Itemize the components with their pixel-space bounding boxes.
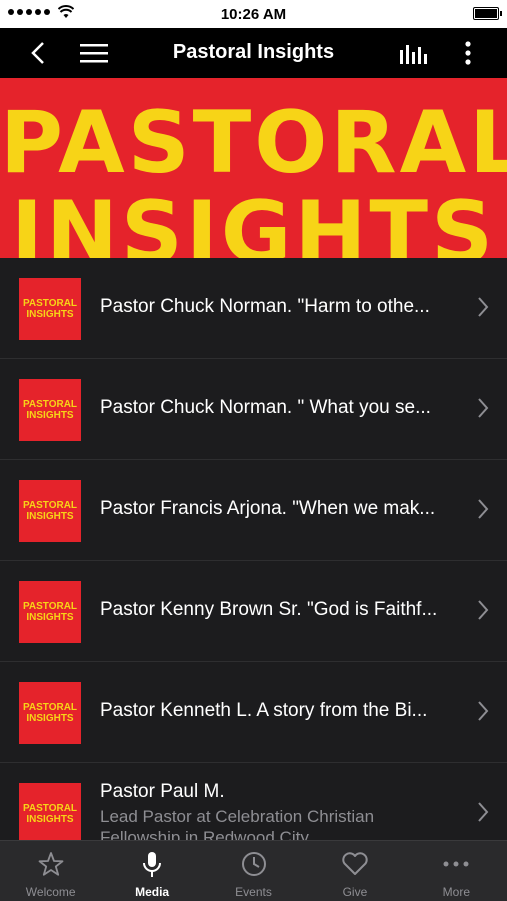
tab-label: More: [442, 885, 470, 899]
nav-bar: Pastoral Insights: [0, 28, 507, 78]
tab-welcome[interactable]: Welcome: [0, 841, 101, 901]
item-title: Pastor Chuck Norman. "Harm to othe...: [100, 296, 430, 317]
chevron-right-icon: [478, 802, 489, 822]
status-time: 10:26 AM: [220, 6, 287, 23]
chevron-right-icon: [478, 297, 489, 317]
audio-bars-icon: [400, 45, 427, 64]
tab-label: Welcome: [25, 885, 76, 899]
item-thumbnail: PASTORAL INSIGHTS: [19, 379, 81, 441]
more-options-button[interactable]: [452, 28, 484, 78]
microphone-icon: [143, 852, 162, 877]
heart-icon: [342, 852, 368, 875]
status-bar: 10:26 AM: [0, 0, 507, 28]
tab-label: Media: [135, 885, 170, 899]
tab-give[interactable]: Give: [304, 841, 405, 901]
list-item[interactable]: PASTORAL INSIGHTS Pastor Chuck Norman. "H…: [0, 258, 507, 359]
banner-line-1: PASTORAL: [0, 93, 507, 193]
star-icon: [38, 852, 64, 876]
item-subtitle: Lead Pastor at Celebration Christian Fel…: [100, 807, 375, 840]
tab-more[interactable]: More: [406, 841, 507, 901]
list-item[interactable]: PASTORAL INSIGHTS Pastor Chuck Norman. " …: [0, 359, 507, 460]
item-thumbnail: PASTORAL INSIGHTS: [19, 682, 81, 744]
item-thumbnail: PASTORAL INSIGHTS: [19, 581, 81, 643]
ellipsis-icon: [443, 861, 469, 867]
list-item[interactable]: PASTORAL INSIGHTS Pastor Paul M. Lead Pas…: [0, 763, 507, 840]
item-thumbnail: PASTORAL INSIGHTS: [19, 783, 81, 840]
tab-label: Give: [342, 885, 368, 899]
vertical-ellipsis-icon: [465, 41, 471, 65]
media-list: PASTORAL INSIGHTS Pastor Chuck Norman. "H…: [0, 258, 507, 840]
item-thumbnail: PASTORAL INSIGHTS: [19, 480, 81, 542]
list-item[interactable]: PASTORAL INSIGHTS Pastor Kenneth L. A sto…: [0, 662, 507, 763]
item-title: Pastor Francis Arjona. "When we mak...: [100, 498, 436, 519]
chevron-right-icon: [478, 499, 489, 519]
item-title: Pastor Chuck Norman. " What you se...: [100, 397, 431, 418]
list-item[interactable]: PASTORAL INSIGHTS Pastor Kenny Brown Sr. …: [0, 561, 507, 662]
list-item[interactable]: PASTORAL INSIGHTS Pastor Francis Arjona. …: [0, 460, 507, 561]
audio-bars-button[interactable]: [392, 28, 436, 78]
item-title: Pastor Kenneth L. A story from the Bi...: [100, 700, 428, 721]
header-banner: PASTORAL INSIGHTS: [0, 78, 507, 258]
clock-icon: [241, 852, 266, 876]
tab-events[interactable]: Events: [203, 841, 304, 901]
item-title: Pastor Paul M.: [100, 781, 225, 802]
item-title: Pastor Kenny Brown Sr. "God is Faithf...: [100, 599, 438, 620]
chevron-right-icon: [478, 701, 489, 721]
tab-label: Events: [235, 885, 272, 899]
tab-media[interactable]: Media: [101, 841, 202, 901]
tab-bar: Welcome Media Events Give More: [0, 840, 507, 901]
item-thumbnail: PASTORAL INSIGHTS: [19, 278, 81, 340]
banner-line-2: INSIGHTS: [10, 183, 497, 258]
battery-icon: [473, 7, 502, 20]
chevron-right-icon: [478, 600, 489, 620]
chevron-right-icon: [478, 398, 489, 418]
